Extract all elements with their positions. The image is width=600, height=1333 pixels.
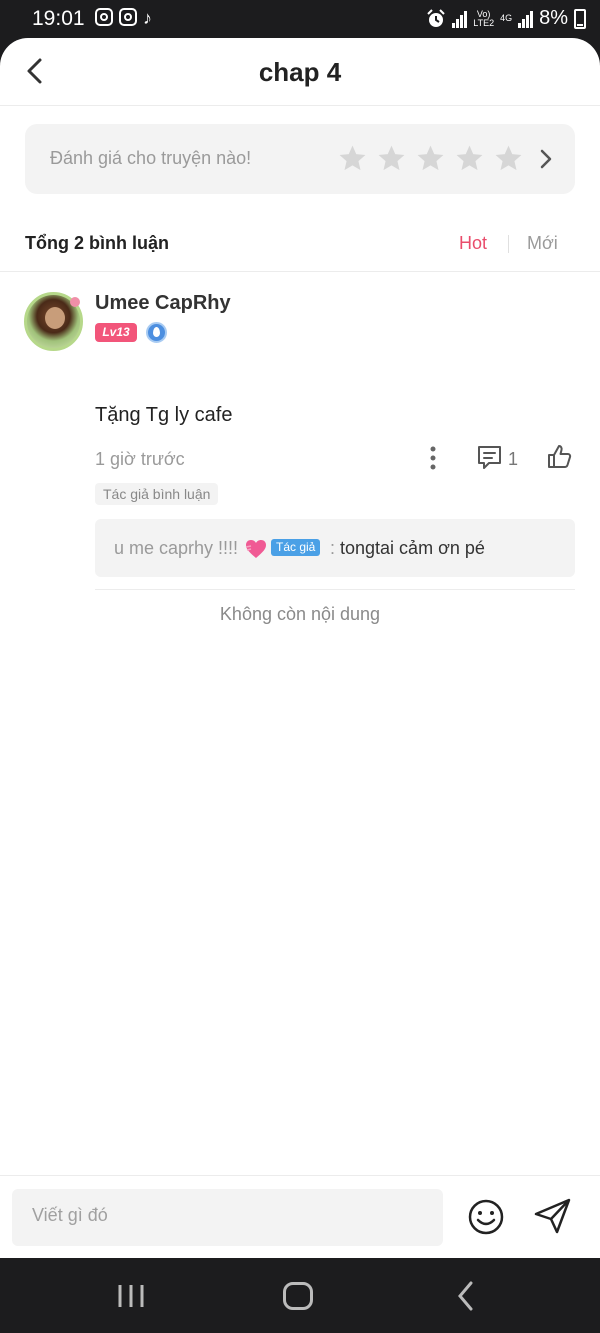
reply-icon[interactable] bbox=[476, 444, 503, 471]
sort-divider bbox=[508, 235, 509, 253]
chevron-right-icon bbox=[540, 149, 552, 169]
battery-charging-icon bbox=[574, 8, 586, 29]
network-type: 4G bbox=[500, 13, 513, 23]
recent-apps-icon[interactable] bbox=[116, 1283, 146, 1309]
reply-preview[interactable]: u me caprhy !!!! Tác giả : tongtai cảm ơ… bbox=[95, 519, 575, 577]
status-bar: 19:01 ♪ Vo) LTE2 4G 8% bbox=[0, 0, 600, 38]
emoji-icon[interactable] bbox=[467, 1198, 505, 1236]
divider bbox=[95, 589, 575, 590]
comment-time: 1 giờ trước bbox=[95, 449, 185, 469]
sort-hot-tab[interactable]: Hot bbox=[459, 233, 487, 254]
star-icon[interactable] bbox=[454, 143, 485, 174]
avatar-frame-decoration bbox=[70, 297, 80, 307]
comment-input-bar: Viết gì đó bbox=[0, 1175, 600, 1258]
comment-username[interactable]: Umee CapRhy bbox=[95, 292, 231, 315]
rating-stars[interactable] bbox=[337, 143, 524, 174]
reply-count: 1 bbox=[508, 449, 519, 469]
header: chap 4 bbox=[0, 38, 600, 106]
author-comment-tag: Tác giả bình luận bbox=[95, 483, 219, 505]
comment-text: Tặng Tg ly cafe bbox=[95, 404, 233, 426]
status-system-icons: Vo) LTE2 4G 8% bbox=[426, 7, 586, 30]
reply-body: tongtai cảm ơn pé bbox=[340, 538, 485, 558]
star-icon[interactable] bbox=[376, 143, 407, 174]
signal-icon bbox=[518, 10, 534, 28]
comments-summary: Tổng 2 bình luận Hot Mới bbox=[0, 228, 600, 272]
thumbs-up-icon[interactable] bbox=[546, 443, 573, 470]
instagram-icon bbox=[95, 8, 113, 26]
star-icon[interactable] bbox=[415, 143, 446, 174]
tiktok-icon: ♪ bbox=[143, 8, 152, 28]
author-chip: Tác giả bbox=[271, 539, 321, 556]
system-nav-bar bbox=[0, 1258, 600, 1333]
volte-indicator: Vo) LTE2 bbox=[473, 9, 495, 28]
battery-level: 8% bbox=[539, 7, 568, 29]
alarm-icon bbox=[427, 8, 445, 27]
rating-prompt: Đánh giá cho truyện nào! bbox=[50, 148, 252, 168]
star-icon[interactable] bbox=[337, 143, 368, 174]
vip-badge-icon bbox=[146, 322, 167, 343]
reply-separator: : bbox=[330, 538, 341, 558]
signal-icon bbox=[452, 10, 468, 28]
more-options-icon[interactable] bbox=[423, 445, 443, 471]
status-time: 19:01 bbox=[32, 7, 85, 30]
comment-total: Tổng 2 bình luận bbox=[25, 233, 169, 253]
system-back-icon[interactable] bbox=[455, 1280, 477, 1312]
avatar-face bbox=[45, 307, 65, 329]
lte-label: LTE2 bbox=[473, 17, 495, 28]
level-badge: Lv13 bbox=[95, 323, 137, 342]
reply-author: u me caprhy !!!! bbox=[114, 538, 239, 558]
rating-bar[interactable]: Đánh giá cho truyện nào! bbox=[25, 124, 575, 194]
end-of-list-message: Không còn nội dung bbox=[219, 604, 381, 624]
comments-screen: chap 4 Đánh giá cho truyện nào! Tổng 2 b… bbox=[0, 38, 600, 1258]
instagram-icon bbox=[119, 8, 137, 26]
comment-input[interactable]: Viết gì đó bbox=[12, 1189, 443, 1246]
status-notification-icons: ♪ bbox=[95, 8, 161, 28]
comment-input-placeholder: Viết gì đó bbox=[32, 1205, 108, 1225]
send-icon[interactable] bbox=[533, 1197, 573, 1235]
heart-icon bbox=[245, 540, 266, 558]
sort-new-tab[interactable]: Mới bbox=[527, 233, 558, 254]
reply-text: : tongtai cảm ơn pé bbox=[330, 538, 485, 559]
avatar[interactable] bbox=[24, 292, 83, 351]
home-icon[interactable] bbox=[283, 1282, 313, 1310]
star-icon[interactable] bbox=[493, 143, 524, 174]
page-title: chap 4 bbox=[258, 57, 342, 87]
